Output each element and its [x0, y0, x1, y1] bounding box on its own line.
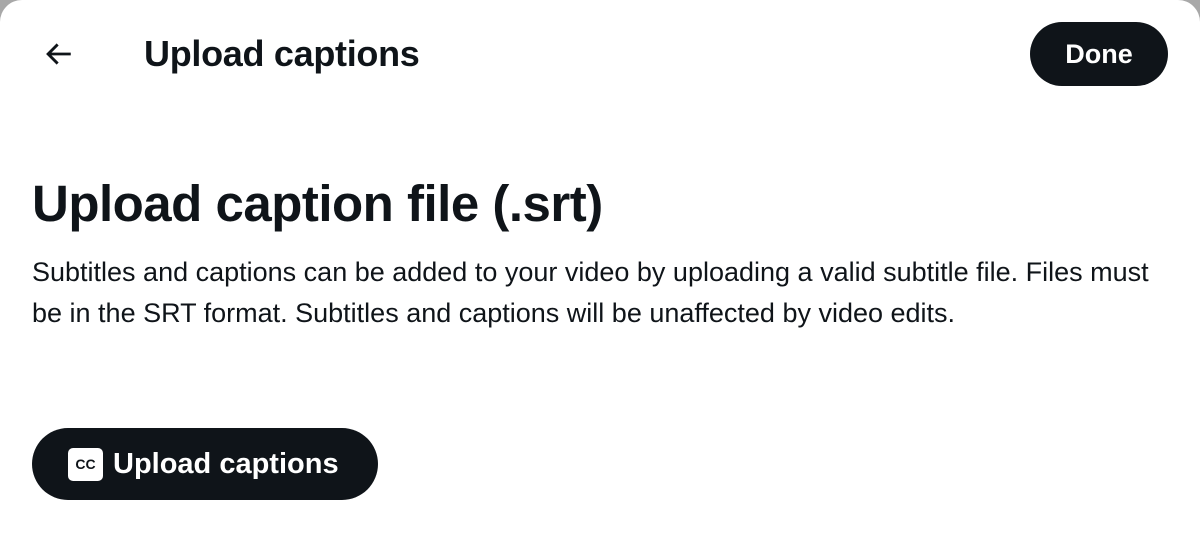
back-button[interactable]	[26, 22, 90, 86]
modal-header: Upload captions Done	[0, 0, 1200, 108]
page-title: Upload captions	[144, 33, 420, 74]
section-title: Upload caption file (.srt)	[32, 175, 603, 232]
description-text: Subtitles and captions can be added to y…	[32, 257, 1149, 328]
closed-captions-icon: CC	[68, 447, 103, 481]
upload-captions-label: Upload captions	[113, 447, 339, 480]
done-button[interactable]: Done	[1030, 22, 1168, 86]
upload-captions-modal: Upload captions Done Upload caption file…	[0, 0, 1200, 534]
upload-captions-button[interactable]: CC Upload captions	[32, 428, 378, 500]
arrow-left-icon	[46, 43, 71, 65]
